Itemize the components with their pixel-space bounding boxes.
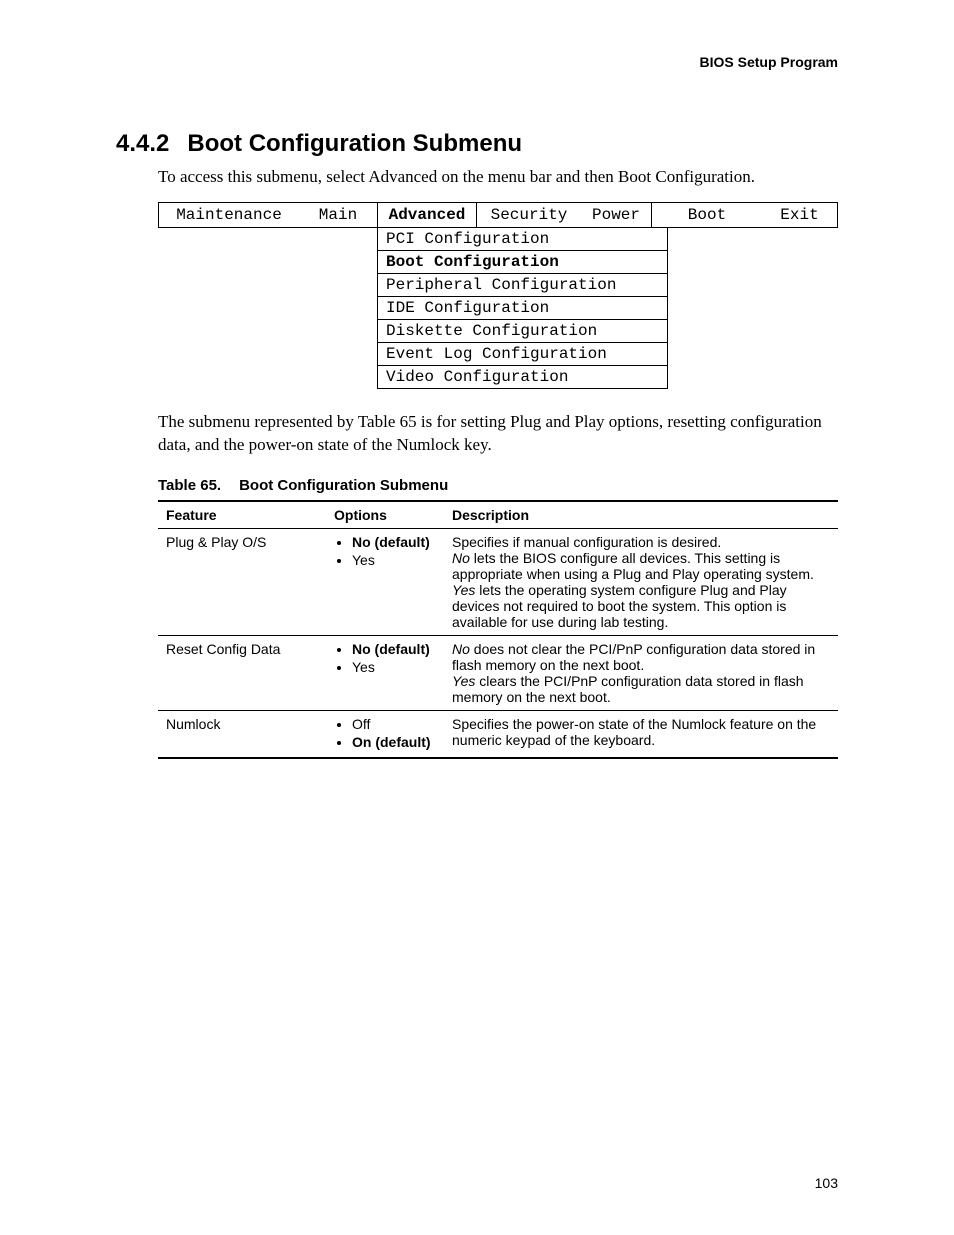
boot-config-table: Feature Options Description Plug & Play … bbox=[158, 500, 838, 759]
option-item: No (default) bbox=[352, 641, 436, 657]
submenu-item: PCI Configuration bbox=[377, 228, 668, 251]
table-caption: Table 65. Boot Configuration Submenu bbox=[158, 477, 838, 494]
menubar-item-security: Security bbox=[477, 203, 581, 227]
section-title-text: Boot Configuration Submenu bbox=[187, 130, 522, 157]
section-number: 4.4.2 bbox=[116, 130, 169, 158]
description-line: Yes lets the operating system configure … bbox=[452, 582, 830, 630]
menubar-item-power: Power bbox=[581, 203, 652, 227]
page-number: 103 bbox=[815, 1175, 838, 1191]
option-item: On (default) bbox=[352, 734, 436, 750]
menubar-item-exit: Exit bbox=[762, 203, 837, 227]
menubar-item-boot: Boot bbox=[652, 203, 762, 227]
table-header-options: Options bbox=[326, 501, 444, 529]
options-cell: Off On (default) bbox=[326, 710, 444, 758]
options-cell: No (default) Yes bbox=[326, 635, 444, 710]
feature-cell: Numlock bbox=[158, 710, 326, 758]
description-cell: Specifies the power-on state of the Numl… bbox=[444, 710, 838, 758]
menubar-item-main: Main bbox=[299, 203, 377, 227]
bios-menubar: Maintenance Main Advanced Security Power… bbox=[158, 202, 838, 228]
description-line: No lets the BIOS configure all devices. … bbox=[452, 550, 830, 582]
submenu-item: Peripheral Configuration bbox=[377, 274, 668, 297]
submenu-item-selected: Boot Configuration bbox=[377, 251, 668, 274]
description-cell: No does not clear the PCI/PnP configurat… bbox=[444, 635, 838, 710]
submenu-item: Event Log Configuration bbox=[377, 343, 668, 366]
submenu-item: Diskette Configuration bbox=[377, 320, 668, 343]
feature-cell: Reset Config Data bbox=[158, 635, 326, 710]
table-number: Table 65. bbox=[158, 477, 221, 494]
running-header: BIOS Setup Program bbox=[116, 54, 838, 70]
table-title: Boot Configuration Submenu bbox=[239, 477, 448, 494]
table-row: Reset Config Data No (default) Yes No does … bbox=[158, 635, 838, 710]
table-header-feature: Feature bbox=[158, 501, 326, 529]
description-cell: Specifies if manual configuration is des… bbox=[444, 528, 838, 635]
option-item: Off bbox=[352, 716, 436, 732]
submenu-item: Video Configuration bbox=[377, 366, 668, 389]
option-item: No (default) bbox=[352, 534, 436, 550]
table-row: Numlock Off On (default) Specifies the powe… bbox=[158, 710, 838, 758]
submenu-item: IDE Configuration bbox=[377, 297, 668, 320]
body-paragraph: The submenu represented by Table 65 is f… bbox=[158, 411, 838, 457]
options-cell: No (default) Yes bbox=[326, 528, 444, 635]
feature-cell: Plug & Play O/S bbox=[158, 528, 326, 635]
menubar-item-maintenance: Maintenance bbox=[159, 203, 299, 227]
description-line: Yes clears the PCI/PnP configuration dat… bbox=[452, 673, 830, 705]
table-header-description: Description bbox=[444, 501, 838, 529]
description-line: No does not clear the PCI/PnP configurat… bbox=[452, 641, 830, 673]
table-row: Plug & Play O/S No (default) Yes Specifies … bbox=[158, 528, 838, 635]
bios-menu-diagram: Maintenance Main Advanced Security Power… bbox=[158, 202, 838, 389]
description-line: Specifies if manual configuration is des… bbox=[452, 534, 830, 550]
option-item: Yes bbox=[352, 552, 436, 568]
section-heading: 4.4.2 Boot Configuration Submenu bbox=[116, 130, 838, 158]
section-intro: To access this submenu, select Advanced … bbox=[158, 166, 838, 188]
option-item: Yes bbox=[352, 659, 436, 675]
description-line: Specifies the power-on state of the Numl… bbox=[452, 716, 830, 748]
menubar-item-advanced: Advanced bbox=[377, 203, 477, 227]
